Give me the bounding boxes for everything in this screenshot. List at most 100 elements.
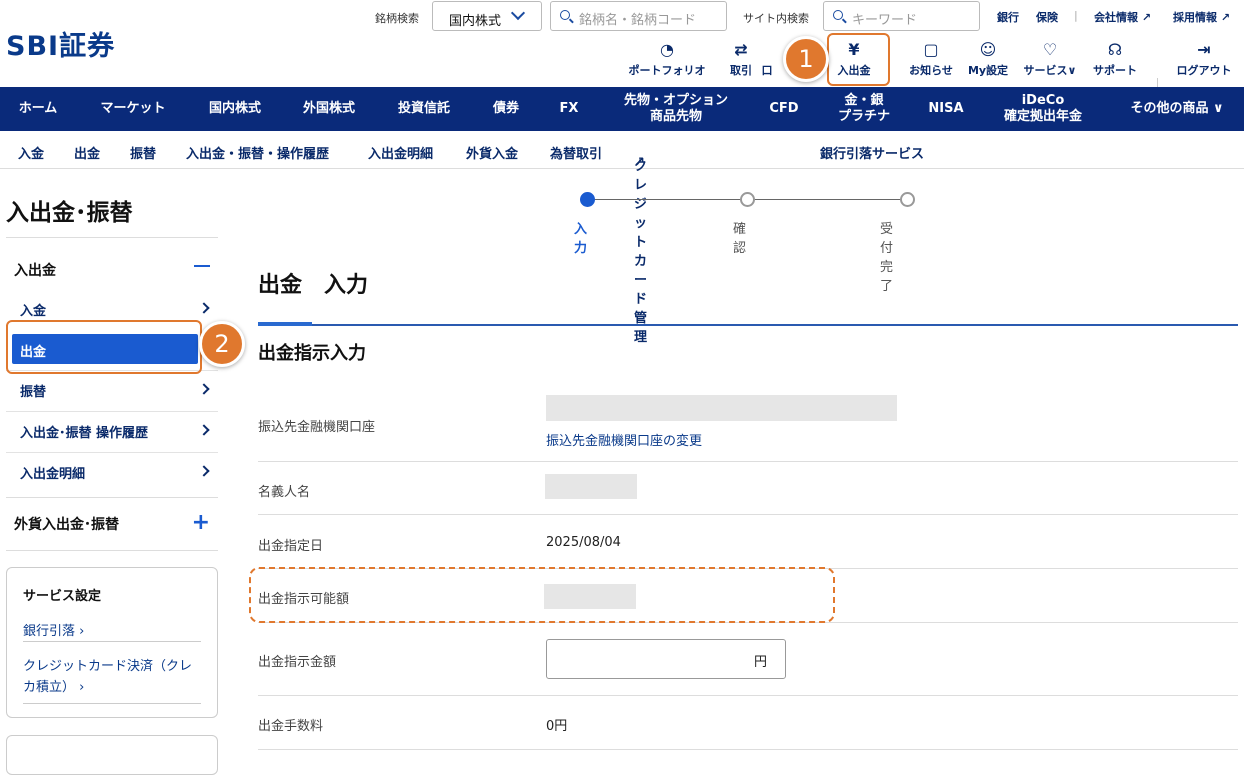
- subnav-history[interactable]: 入出金・振替・操作履歴: [186, 143, 329, 162]
- nav-home[interactable]: ホーム: [0, 87, 76, 131]
- credit-card-settlement-link[interactable]: クレジットカード決済（クレカ積立） ›: [23, 656, 201, 704]
- link-bank[interactable]: 銀行: [997, 9, 1019, 25]
- step-label-complete: 受付完了: [880, 222, 894, 294]
- card-title: サービス設定: [23, 589, 102, 604]
- withdraw-amount-input[interactable]: 円: [546, 639, 786, 679]
- field-label: 出金指示金額: [258, 655, 337, 670]
- chevron-right-icon: ›: [79, 624, 85, 639]
- page-title: 出金 入力: [258, 273, 369, 298]
- services-label: サービス: [1023, 64, 1068, 77]
- step-dot-confirm: [740, 192, 755, 207]
- site-search-placeholder: キーワード: [852, 13, 918, 28]
- subnav-credit-card-label: クレジットカード管理: [634, 159, 648, 345]
- subnav-fx-trade[interactable]: 為替取引: [550, 143, 602, 162]
- account-label: 口: [761, 64, 773, 77]
- sidebar-item-statement[interactable]: 入出金明細: [6, 452, 218, 492]
- sidebar-group-foreign[interactable]: 外貨入出金･振替 +: [6, 497, 218, 551]
- masked-value: [545, 474, 637, 499]
- field-label: 振込先金融機関口座: [258, 420, 376, 435]
- sidebar-item-label: 振替: [20, 385, 47, 400]
- sidebar-group-label: 外貨入出金･振替: [14, 517, 119, 533]
- row-withdraw-date: 出金指定日 2025/08/04: [258, 515, 1238, 569]
- divider: [258, 324, 1238, 326]
- sidebar-item-transfer[interactable]: 振替: [6, 370, 218, 410]
- sidebar-item-label: 入金: [20, 304, 47, 319]
- row-bank-account: 振込先金融機関口座 振込先金融機関口座の変更: [258, 378, 1238, 462]
- chevron-right-icon: [198, 302, 210, 314]
- my-settings-label: My設定: [967, 64, 1009, 77]
- nav-fx[interactable]: FX: [546, 87, 592, 131]
- stock-search-input[interactable]: 銘柄名・銘柄コード: [550, 1, 727, 31]
- site-search-input[interactable]: キーワード: [823, 1, 980, 31]
- field-label: 出金指定日: [258, 539, 324, 554]
- sidebar-group-deposit-withdraw[interactable]: 入出金: [6, 237, 218, 287]
- sidebar-item-history[interactable]: 入出金･振替 操作履歴: [6, 411, 218, 451]
- link-insurance[interactable]: 保険: [1036, 9, 1058, 25]
- nav-ideco[interactable]: iDeCo 確定拠出年金: [988, 87, 1098, 131]
- step-dot-complete: [900, 192, 915, 207]
- row-withdraw-amount: 出金指示金額 円: [258, 623, 1238, 696]
- callout-available-amount: [249, 567, 835, 623]
- plus-icon: +: [191, 510, 210, 535]
- section-heading: 出金指示入力: [258, 343, 366, 364]
- link-company-info[interactable]: 会社情報 ↗: [1094, 9, 1151, 25]
- link-recruit[interactable]: 採用情報 ↗: [1173, 9, 1230, 25]
- step-label-confirm: 確認: [733, 222, 747, 256]
- service-settings-card: サービス設定 銀行引落 › クレジットカード決済（クレカ積立） ›: [6, 567, 218, 718]
- search-icon: [560, 10, 570, 20]
- nav-foreign-stocks[interactable]: 外国株式: [286, 87, 372, 131]
- step-line: [594, 199, 744, 200]
- sidebar-group-label: 入出金: [14, 263, 56, 279]
- external-link-icon: ↗: [1141, 11, 1152, 24]
- subnav-withdraw[interactable]: 出金: [74, 143, 100, 162]
- masked-value: [546, 395, 897, 421]
- bank-debit-link-label: 銀行引落: [23, 624, 76, 639]
- subnav-statement[interactable]: 入出金明細: [368, 143, 433, 162]
- field-label: 出金手数料: [258, 719, 324, 734]
- logout-icon: ⇥: [1197, 40, 1211, 59]
- headset-icon: ☊: [1107, 40, 1123, 59]
- field-label: 名義人名: [258, 485, 311, 500]
- second-card: [6, 735, 218, 775]
- market-select-value: 国内株式: [449, 14, 502, 29]
- bank-debit-link[interactable]: 銀行引落 ›: [23, 620, 201, 642]
- support-button[interactable]: ☊ サポート: [1070, 38, 1160, 78]
- stock-search-label: 銘柄検索: [375, 12, 419, 25]
- chevron-right-icon: ›: [79, 680, 85, 695]
- nav-futures-options[interactable]: 先物・オプション 商品先物: [604, 87, 748, 131]
- chevron-down-icon: [510, 5, 526, 21]
- row-account-holder: 名義人名: [258, 462, 1238, 515]
- subnav-deposit[interactable]: 入金: [18, 143, 44, 162]
- nav-other-products-label: その他の商品: [1130, 101, 1209, 116]
- step-label-input: 入力: [574, 222, 588, 256]
- chevron-down-icon: ∨: [1212, 101, 1224, 116]
- nav-nisa[interactable]: NISA: [916, 87, 976, 131]
- withdraw-date-value: 2025/08/04: [546, 535, 621, 550]
- subnav-transfer[interactable]: 振替: [130, 143, 156, 162]
- nav-cfd[interactable]: CFD: [756, 87, 812, 131]
- nav-market[interactable]: マーケット: [86, 87, 180, 131]
- top-search-bar: 銘柄検索 国内株式 銘柄名・銘柄コード サイト内検索 キーワード 銀行 保険 |…: [0, 0, 1244, 34]
- nav-investment-trusts[interactable]: 投資信託: [380, 87, 468, 131]
- sidebar-item-label: 入出金･振替 操作履歴: [20, 426, 149, 441]
- external-link-icon: ↗: [1220, 11, 1231, 24]
- link-company-info-label: 会社情報: [1094, 11, 1138, 24]
- nav-domestic-stocks[interactable]: 国内株式: [190, 87, 280, 131]
- step-line: [754, 199, 904, 200]
- nav-gold-silver[interactable]: 金・銀 プラチナ: [824, 87, 904, 131]
- market-select[interactable]: 国内株式: [432, 1, 542, 31]
- fee-value: 0円: [546, 719, 568, 734]
- portfolio-label: ポートフォリオ: [628, 64, 706, 77]
- change-bank-account-link[interactable]: 振込先金融機関口座の変更: [546, 430, 702, 449]
- logout-button[interactable]: ⇥ ログアウト: [1159, 38, 1244, 78]
- step-dot-input: [580, 192, 595, 207]
- search-icon: [833, 10, 843, 20]
- subnav-foreign-deposit[interactable]: 外貨入金: [466, 143, 518, 162]
- nav-other-products[interactable]: その他の商品 ∨: [1110, 87, 1244, 131]
- nav-bonds[interactable]: 債券: [476, 87, 536, 131]
- sub-nav: 入金 出金 振替 入出金・振替・操作履歴 入出金明細 外貨入金 為替取引 クレジ…: [0, 131, 1244, 345]
- credit-card-settlement-label: クレジットカード決済（クレカ積立）: [23, 659, 193, 695]
- chevron-right-icon: [198, 465, 210, 477]
- subnav-bank-debit[interactable]: 銀行引落サービス: [820, 143, 924, 162]
- sidebar-item-label: 入出金明細: [20, 467, 86, 482]
